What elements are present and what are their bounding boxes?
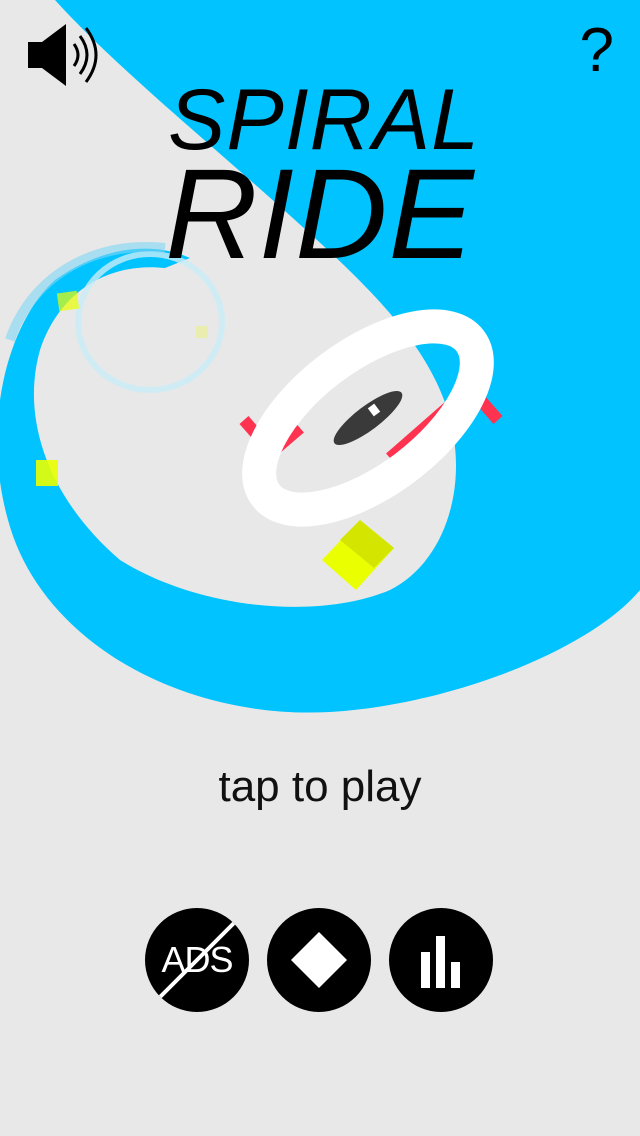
pickup-cube [56, 290, 80, 312]
rate-button[interactable] [267, 908, 371, 1012]
bar-chart-icon [421, 936, 460, 988]
pickup-cube [196, 326, 208, 338]
game-title-line-2: RIDE [165, 143, 475, 286]
no-ads-icon [157, 918, 239, 1000]
leaderboard-button[interactable] [389, 908, 493, 1012]
help-button[interactable]: ? [580, 16, 614, 86]
remove-ads-button[interactable]: ADS [145, 908, 249, 1012]
speaker-on-icon [28, 24, 98, 86]
tap-to-play-prompt: tap to play [218, 762, 422, 811]
player-vehicle [333, 390, 403, 446]
sound-toggle-button[interactable] [22, 20, 106, 90]
game-screen[interactable]: SPIRAL RIDE ? tap to play ADS [0, 0, 640, 1136]
diamond-icon [291, 932, 347, 988]
pickup-cube [36, 460, 58, 486]
menu-button-row: ADS [145, 908, 495, 1014]
